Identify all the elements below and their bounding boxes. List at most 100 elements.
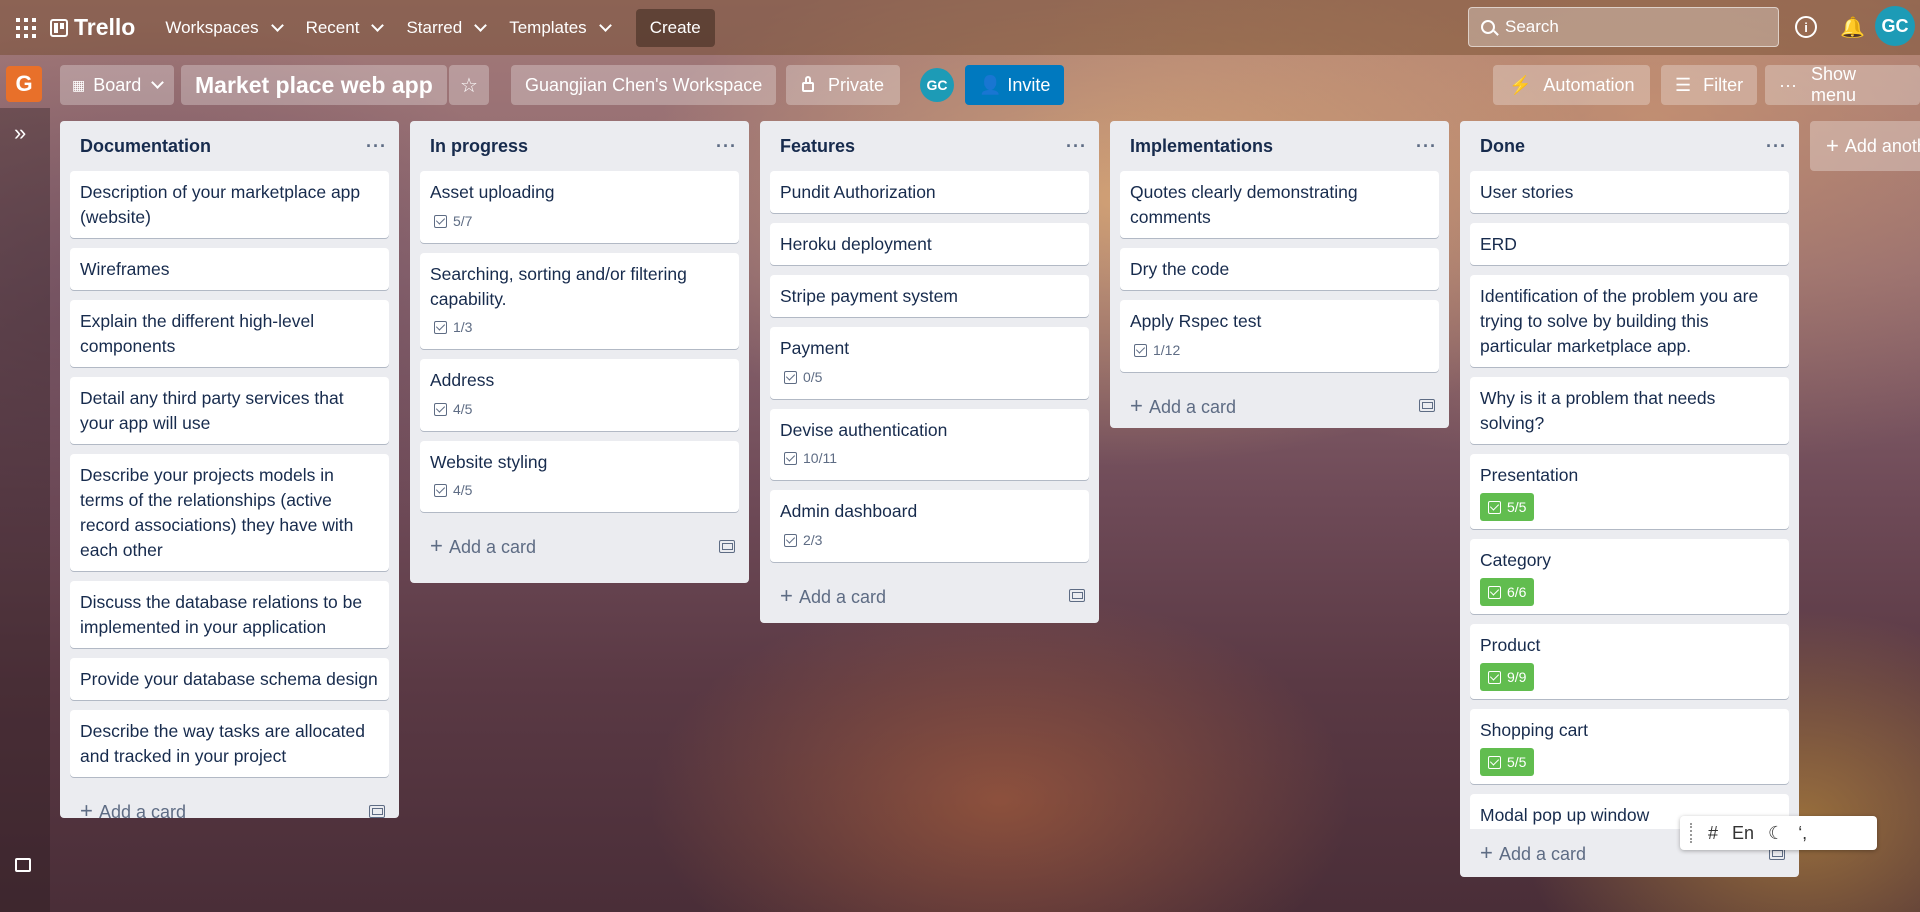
drag-handle-icon[interactable]: [1690, 823, 1694, 843]
list-menu-icon[interactable]: ···: [1416, 136, 1437, 157]
card[interactable]: Heroku deployment: [770, 223, 1089, 265]
card[interactable]: Product 9/9: [1470, 624, 1789, 699]
add-card-button[interactable]: + Add a card: [1110, 382, 1449, 429]
add-list-button[interactable]: + Add another list: [1810, 121, 1920, 171]
card[interactable]: Shopping cart 5/5: [1470, 709, 1789, 784]
checklist-badge: 2/3: [780, 529, 826, 551]
templates-menu[interactable]: Templates: [497, 10, 621, 46]
user-avatar[interactable]: GC: [1875, 6, 1915, 46]
card[interactable]: Explain the different high-level compone…: [70, 300, 389, 367]
trello-logo[interactable]: Trello: [50, 14, 135, 41]
checklist-count: 9/9: [1507, 668, 1527, 685]
card-title: Describe the way tasks are allocated and…: [80, 721, 365, 766]
card[interactable]: Searching, sorting and/or filtering capa…: [420, 252, 739, 349]
invite-button[interactable]: 👤 Invite: [965, 65, 1065, 105]
card-title: Shopping cart: [1480, 720, 1588, 740]
card-template-icon[interactable]: [719, 539, 735, 553]
bell-icon[interactable]: 🔔: [1840, 15, 1865, 40]
card-template-icon[interactable]: [369, 804, 385, 818]
list-menu-icon[interactable]: ···: [1766, 136, 1787, 157]
add-card-text: Add a card: [798, 586, 887, 607]
sidebar-bottom-icon[interactable]: [15, 858, 31, 872]
card-title: User stories: [1480, 182, 1574, 202]
list-title[interactable]: Documentation: [80, 136, 211, 157]
add-card-button[interactable]: + Add a card: [60, 787, 399, 818]
card[interactable]: Why is it a problem that needs solving?: [1470, 377, 1789, 444]
list-menu-icon[interactable]: ···: [1066, 136, 1087, 157]
ime-language[interactable]: En: [1732, 823, 1754, 844]
create-button[interactable]: Create: [635, 8, 715, 47]
card-template-icon[interactable]: [1069, 589, 1085, 602]
add-card-button[interactable]: + Add a card: [760, 572, 1099, 620]
card[interactable]: Wireframes: [70, 248, 389, 290]
card[interactable]: Address 4/5: [420, 359, 739, 431]
card[interactable]: User stories: [1470, 171, 1789, 213]
card[interactable]: Presentation 5/5: [1470, 454, 1789, 529]
card[interactable]: Identification of the problem you are tr…: [1470, 275, 1789, 367]
card[interactable]: Website styling 4/5: [420, 440, 739, 512]
card-list: Asset uploading 5/7 Searching, sorting and…: [410, 171, 749, 512]
card[interactable]: Discuss the database relations to be imp…: [70, 581, 389, 648]
list-title[interactable]: Implementations: [1130, 136, 1273, 157]
board-view-switcher[interactable]: ▦ Board: [60, 65, 175, 105]
plus-icon: +: [1480, 840, 1499, 865]
workspaces-menu[interactable]: Workspaces: [153, 10, 293, 46]
expand-sidebar-icon[interactable]: »: [14, 120, 26, 146]
workspace-badge[interactable]: G: [6, 66, 42, 102]
list-title[interactable]: Done: [1480, 136, 1525, 157]
checklist-icon: [434, 321, 447, 334]
card[interactable]: Admin dashboard 2/3: [770, 490, 1089, 562]
card[interactable]: Describe your projects models in terms o…: [70, 454, 389, 571]
card-title: Detail any third party services that you…: [80, 388, 344, 433]
starred-menu[interactable]: Starred: [394, 10, 497, 46]
card[interactable]: Payment 0/5: [770, 327, 1089, 399]
lock-icon: [802, 76, 814, 92]
board-title[interactable]: Market place web app: [181, 65, 447, 105]
list-title[interactable]: In progress: [430, 136, 528, 157]
list-menu-icon[interactable]: ···: [366, 136, 387, 157]
card[interactable]: Dry the code: [1120, 248, 1439, 290]
apps-grid-icon[interactable]: [16, 17, 36, 38]
card[interactable]: Provide your database schema design: [70, 658, 389, 700]
card[interactable]: Stripe payment system: [770, 275, 1089, 317]
board-member-avatar[interactable]: GC: [920, 68, 954, 102]
add-card-button[interactable]: + Add a card: [410, 522, 749, 570]
star-board-button[interactable]: ☆: [449, 65, 489, 105]
checklist-badge: 6/6: [1480, 578, 1535, 606]
top-nav-bar: Trello Workspaces Recent Starred Templat…: [0, 0, 1920, 55]
card[interactable]: Quotes clearly demonstrating comments: [1120, 171, 1439, 238]
checklist-count: 5/5: [1507, 753, 1527, 770]
card-title: Identification of the problem you are tr…: [1480, 286, 1759, 356]
checklist-count: 5/5: [1507, 498, 1527, 515]
list-title[interactable]: Features: [780, 136, 855, 157]
search-input[interactable]: Search: [1468, 7, 1779, 47]
moon-icon[interactable]: ☾: [1768, 823, 1784, 844]
card[interactable]: Pundit Authorization: [770, 171, 1089, 213]
recent-menu[interactable]: Recent: [294, 10, 395, 46]
punctuation-icon[interactable]: ‘,: [1798, 823, 1807, 844]
card[interactable]: ERD: [1470, 223, 1789, 265]
visibility-button[interactable]: Private: [786, 65, 901, 105]
chevron-down-icon: [151, 76, 165, 89]
card[interactable]: Detail any third party services that you…: [70, 377, 389, 444]
card-title: Stripe payment system: [780, 286, 958, 306]
card-template-icon[interactable]: [1419, 399, 1435, 412]
keyboard-grid-icon[interactable]: #: [1708, 823, 1718, 844]
automation-button[interactable]: ⚡ Automation: [1493, 65, 1651, 105]
card[interactable]: Apply Rspec test 1/12: [1120, 300, 1439, 372]
filter-button[interactable]: ☰ Filter: [1661, 65, 1758, 105]
card[interactable]: Asset uploading 5/7: [420, 171, 739, 243]
list-features: Features ··· Pundit Authorization Heroku de…: [760, 121, 1099, 623]
add-person-icon: 👤: [979, 74, 1002, 95]
checklist-badge: 4/5: [430, 480, 476, 502]
card[interactable]: Description of your marketplace app (web…: [70, 171, 389, 238]
info-icon[interactable]: i: [1795, 16, 1817, 38]
card[interactable]: Describe the way tasks are allocated and…: [70, 710, 389, 777]
search-icon: [1481, 20, 1499, 36]
card[interactable]: Devise authentication 10/11: [770, 408, 1089, 480]
list-menu-icon[interactable]: ···: [716, 136, 737, 157]
card[interactable]: Category 6/6: [1470, 539, 1789, 614]
show-menu-button[interactable]: ··· Show menu: [1765, 64, 1920, 105]
workspace-button[interactable]: Guangjian Chen's Workspace: [511, 65, 777, 105]
card-list: Quotes clearly demonstrating comments Dry…: [1110, 171, 1449, 372]
